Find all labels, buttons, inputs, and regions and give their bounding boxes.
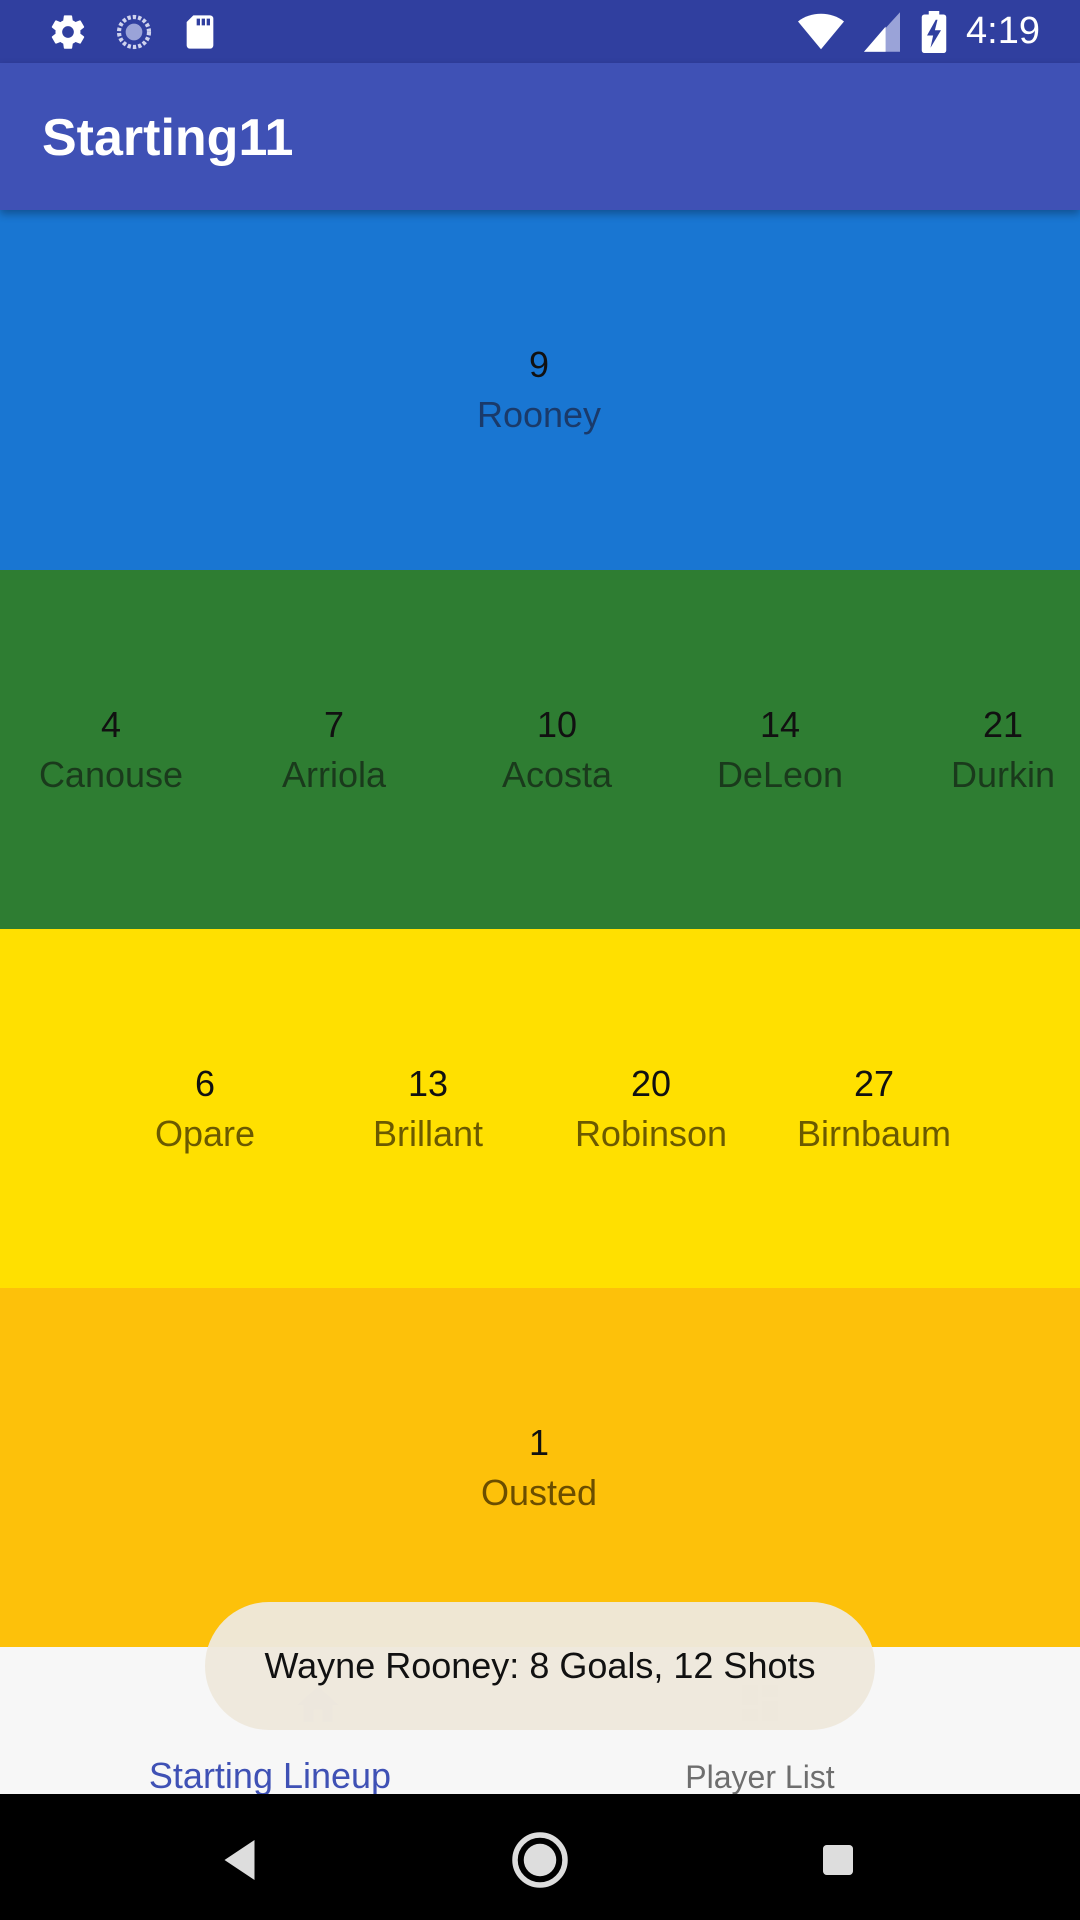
player-number: 27 [853, 1063, 895, 1104]
status-bar: 4:19 [0, 0, 1080, 63]
player-number: 13 [407, 1063, 449, 1104]
player-number: 9 [528, 344, 550, 385]
player-name: Canouse [38, 754, 184, 795]
player-name: Acosta [501, 754, 613, 795]
gear-icon [48, 12, 88, 52]
player-card[interactable]: 21 Durkin [928, 703, 1078, 803]
player-card[interactable]: 13 Brillant [318, 1062, 538, 1162]
app-title: Starting11 [42, 109, 294, 167]
player-card[interactable]: 27 Birnbaum [764, 1062, 984, 1162]
player-number: 20 [630, 1063, 672, 1104]
recents-icon[interactable] [808, 1830, 868, 1890]
player-name: DeLeon [716, 754, 844, 795]
player-number: 21 [982, 704, 1024, 745]
goalkeeper-row: 1 Ousted [0, 1288, 1080, 1647]
wifi-icon [798, 12, 845, 52]
back-icon[interactable] [212, 1830, 272, 1890]
player-name: Brillant [372, 1113, 484, 1154]
status-time: 4:19 [966, 10, 1040, 52]
defenders-row: 6 Opare 13 Brillant 20 Robinson 27 Birnb… [0, 929, 1080, 1289]
player-name: Opare [154, 1113, 256, 1154]
battery-charging-icon [920, 10, 948, 53]
player-name: Durkin [950, 754, 1056, 795]
status-right-icons: 4:19 [798, 10, 1040, 53]
player-number: 14 [759, 704, 801, 745]
player-name: Ousted [480, 1472, 598, 1513]
player-card[interactable]: 1 Ousted [429, 1421, 649, 1521]
player-card[interactable]: 14 DeLeon [670, 703, 890, 803]
player-name: Robinson [574, 1113, 728, 1154]
player-number: 4 [100, 704, 122, 745]
nav-label: Player List [685, 1759, 835, 1795]
sd-card-icon [180, 12, 220, 52]
sync-icon [114, 12, 154, 52]
home-button-icon[interactable] [510, 1830, 570, 1890]
player-card[interactable]: 4 Canouse [1, 703, 221, 803]
player-number: 7 [323, 704, 345, 745]
system-navigation-bar [0, 1794, 1080, 1920]
lineup: 9 Rooney 4 Canouse 7 Arriola 10 Acosta 1… [0, 210, 1080, 1647]
player-number: 1 [528, 1422, 550, 1463]
player-card[interactable]: 9 Rooney [429, 343, 649, 443]
midfielders-row: 4 Canouse 7 Arriola 10 Acosta 14 DeLeon … [0, 570, 1080, 930]
player-card[interactable]: 7 Arriola [224, 703, 444, 803]
player-name: Rooney [476, 394, 602, 435]
player-card[interactable]: 20 Robinson [541, 1062, 761, 1162]
forwards-row: 9 Rooney [0, 210, 1080, 570]
status-left-icons [48, 12, 220, 52]
app-bar: Starting11 [0, 63, 1080, 210]
player-name: Arriola [281, 754, 387, 795]
player-number: 6 [194, 1063, 216, 1104]
toast-message: Wayne Rooney: 8 Goals, 12 Shots [205, 1602, 875, 1730]
player-card[interactable]: 6 Opare [95, 1062, 315, 1162]
player-card[interactable]: 10 Acosta [447, 703, 667, 803]
nav-label: Starting Lineup [148, 1755, 392, 1796]
signal-icon [862, 11, 902, 52]
player-name: Birnbaum [796, 1113, 952, 1154]
player-number: 10 [536, 704, 578, 745]
